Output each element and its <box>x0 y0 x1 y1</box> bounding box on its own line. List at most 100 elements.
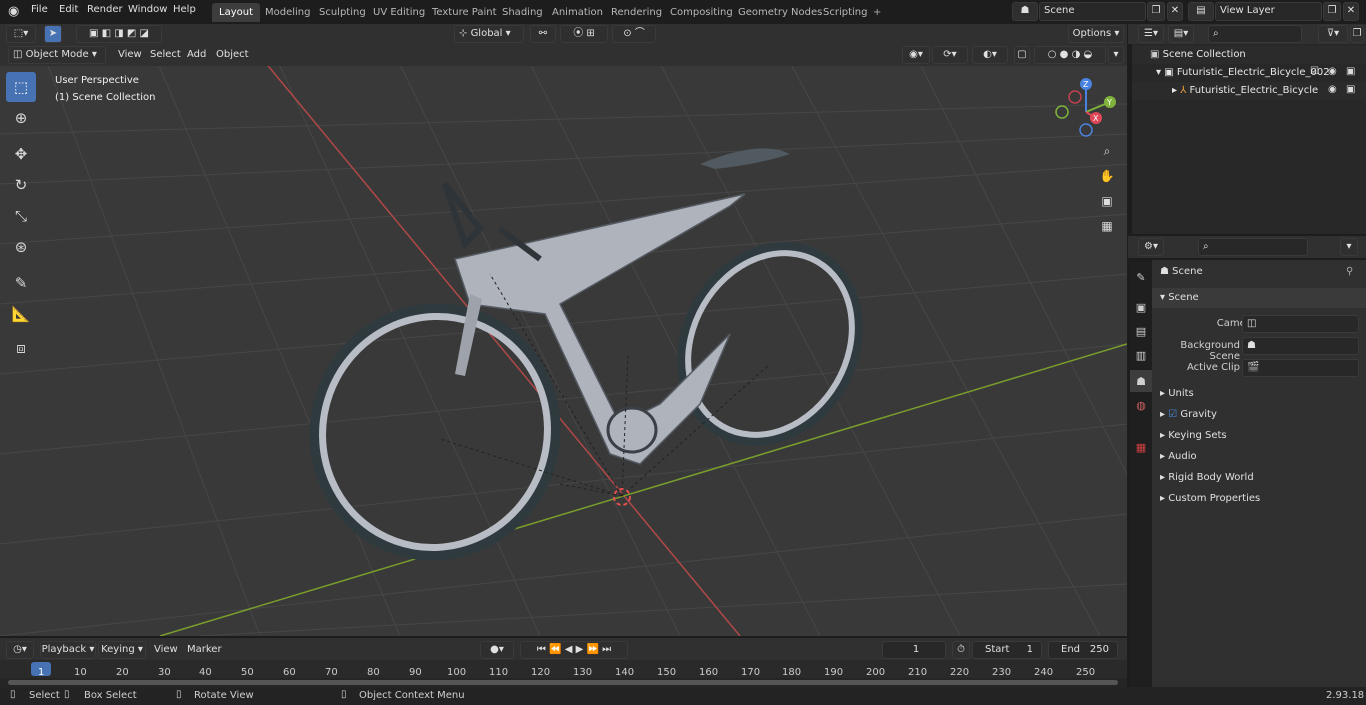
tab-rendering[interactable]: Rendering <box>604 3 669 22</box>
menu-select[interactable]: Select <box>150 49 181 60</box>
scale-tool-icon[interactable]: ⤡ <box>6 201 36 231</box>
marker-menu[interactable]: Marker <box>187 644 222 655</box>
blender-logo-icon[interactable]: ◉ <box>8 4 24 20</box>
timeline-view-menu[interactable]: View <box>154 644 178 655</box>
menu-view[interactable]: View <box>118 49 142 60</box>
gravity-panel[interactable]: ▸ ☑ Gravity <box>1152 405 1366 425</box>
menu-render[interactable]: Render <box>87 4 123 15</box>
view-layer-tab-icon[interactable]: ▥ <box>1130 344 1152 366</box>
object-mode-dropdown[interactable]: ◫ Object Mode ▾ <box>8 46 106 64</box>
new-view-layer-icon[interactable]: ❐ <box>1323 2 1341 21</box>
delete-scene-icon[interactable]: ✕ <box>1167 2 1183 21</box>
active-clip-field[interactable]: 🎬 <box>1242 359 1359 377</box>
visibility-icon[interactable]: ◉▾ <box>902 46 930 64</box>
new-scene-icon[interactable]: ❐ <box>1147 2 1165 21</box>
gizmo-toggle-icon[interactable]: ⟳▾ <box>932 46 968 64</box>
timeline-editor-icon[interactable]: ◷▾ <box>6 641 34 659</box>
menu-window[interactable]: Window <box>128 4 167 15</box>
view-layer-field[interactable]: View Layer <box>1215 2 1322 21</box>
scene-name-field[interactable]: Scene <box>1039 2 1146 21</box>
menu-object[interactable]: Object <box>216 49 249 60</box>
xray-toggle-icon[interactable]: ▢ <box>1014 46 1030 64</box>
shading-options-icon[interactable]: ▾ <box>1108 46 1124 64</box>
pin-icon[interactable]: ⚲ <box>1346 266 1353 277</box>
select-box-tool-icon[interactable]: ⬚ <box>6 72 36 102</box>
tab-uv-editing[interactable]: UV Editing <box>366 3 432 22</box>
tab-texture-paint[interactable]: Texture Paint <box>425 3 504 22</box>
stopwatch-icon[interactable]: ⏱ <box>952 641 970 659</box>
audio-panel[interactable]: ▸ Audio <box>1152 447 1366 467</box>
pan-hand-icon[interactable]: ✋ <box>1096 165 1118 187</box>
editor-type-icon[interactable]: ⬚▾ <box>6 25 36 43</box>
add-workspace-icon[interactable]: + <box>866 3 888 22</box>
view-layer-icon[interactable]: ▤ <box>1188 2 1214 21</box>
texture-tab-icon[interactable]: ▦ <box>1130 436 1152 458</box>
display-mode-icon[interactable]: ▤▾ <box>1168 25 1194 43</box>
menu-file[interactable]: File <box>31 4 48 15</box>
units-panel[interactable]: ▸ Units <box>1152 384 1366 404</box>
eye-icon[interactable]: ◉ <box>1328 84 1337 95</box>
rotate-tool-icon[interactable]: ↻ <box>6 170 36 200</box>
scene-section-header[interactable]: ▾ Scene <box>1152 288 1366 308</box>
camera-field[interactable]: ◫ <box>1242 315 1359 333</box>
timeline-scrollbar[interactable] <box>0 678 1127 687</box>
scene-type-icon[interactable]: ☗ <box>1012 2 1038 21</box>
properties-editor-icon[interactable]: ⚙▾ <box>1138 238 1164 256</box>
outliner-row-scene-collection[interactable]: ▣ Scene Collection <box>1132 46 1366 64</box>
outliner-search-input[interactable]: ⌕ <box>1208 25 1302 43</box>
pivot-icon[interactable]: ⚯ <box>530 25 556 43</box>
background-scene-field[interactable]: ☗ <box>1242 337 1359 355</box>
world-tab-icon[interactable]: ◍ <box>1130 394 1152 416</box>
proportional-edit-icon[interactable]: ⊙ ⌒ <box>612 25 656 43</box>
measure-tool-icon[interactable]: 📐 <box>6 299 36 329</box>
current-frame-field[interactable]: 1 <box>882 641 946 659</box>
tab-layout[interactable]: Layout <box>212 3 260 22</box>
select-tool-icon[interactable]: ➤ <box>44 25 62 43</box>
outliner-editor-icon[interactable]: ☰▾ <box>1138 25 1164 43</box>
snap-icon[interactable]: ⦿ ⊞ <box>560 25 608 43</box>
keying-menu[interactable]: Keying ▾ <box>98 641 146 659</box>
rigid-body-world-panel[interactable]: ▸ Rigid Body World <box>1152 468 1366 488</box>
shading-mode-icons[interactable]: ○ ● ◑ ◒ <box>1034 46 1106 64</box>
custom-properties-panel[interactable]: ▸ Custom Properties <box>1152 489 1366 509</box>
navigation-gizmo[interactable]: Z Y X <box>1048 72 1124 148</box>
selection-mode-icons[interactable]: ▣ ◧ ◨ ◩ ◪ <box>76 25 162 43</box>
transform-tool-icon[interactable]: ⊛ <box>6 232 36 262</box>
record-icon[interactable]: ●▾ <box>480 641 514 659</box>
menu-help[interactable]: Help <box>173 4 196 15</box>
menu-add[interactable]: Add <box>187 49 206 60</box>
scene-tab-icon[interactable]: ☗ <box>1130 370 1152 392</box>
properties-search-input[interactable]: ⌕ <box>1198 238 1308 256</box>
annotate-tool-icon[interactable]: ✎ <box>6 268 36 298</box>
output-tab-icon[interactable]: ▤ <box>1130 320 1152 342</box>
camera-icon[interactable]: ▣ <box>1346 84 1355 95</box>
keying-sets-panel[interactable]: ▸ Keying Sets <box>1152 426 1366 446</box>
orthographic-grid-icon[interactable]: ▦ <box>1096 215 1118 237</box>
tool-tab-icon[interactable]: ✎ <box>1130 266 1152 288</box>
tab-compositing[interactable]: Compositing <box>663 3 740 22</box>
add-cube-tool-icon[interactable]: ⧈ <box>6 333 36 363</box>
move-tool-icon[interactable]: ✥ <box>6 139 36 169</box>
tab-animation[interactable]: Animation <box>545 3 610 22</box>
properties-options-icon[interactable]: ▾ <box>1340 238 1358 256</box>
new-collection-icon[interactable]: ❐ <box>1350 25 1364 43</box>
filter-icon[interactable]: ⊽▾ <box>1318 25 1348 43</box>
playback-menu[interactable]: Playback ▾ <box>40 641 96 659</box>
tab-sculpting[interactable]: Sculpting <box>312 3 373 22</box>
overlay-toggle-icon[interactable]: ◐▾ <box>972 46 1008 64</box>
3d-viewport[interactable]: User Perspective (1) Scene Collection Z … <box>0 44 1127 636</box>
tab-modeling[interactable]: Modeling <box>258 3 318 22</box>
tab-shading[interactable]: Shading <box>495 3 550 22</box>
cursor-tool-icon[interactable]: ⊕ <box>6 103 36 133</box>
camera-icon[interactable]: ▣ <box>1346 66 1355 77</box>
camera-view-icon[interactable]: ▣ <box>1096 190 1118 212</box>
options-dropdown[interactable]: Options ▾ <box>1068 25 1124 43</box>
tab-geometry-nodes[interactable]: Geometry Nodes <box>731 3 829 22</box>
zoom-icon[interactable]: ⌕ <box>1096 140 1118 162</box>
gravity-checkbox-icon[interactable]: ☑ <box>1168 409 1177 420</box>
render-tab-icon[interactable]: ▣ <box>1130 296 1152 318</box>
menu-edit[interactable]: Edit <box>59 4 78 15</box>
playback-controls[interactable]: ⏮ ⏪ ◀ ▶ ⏩ ⏭ <box>520 641 628 659</box>
end-frame-field[interactable]: End 250 <box>1048 641 1118 659</box>
start-frame-field[interactable]: Start 1 <box>972 641 1042 659</box>
